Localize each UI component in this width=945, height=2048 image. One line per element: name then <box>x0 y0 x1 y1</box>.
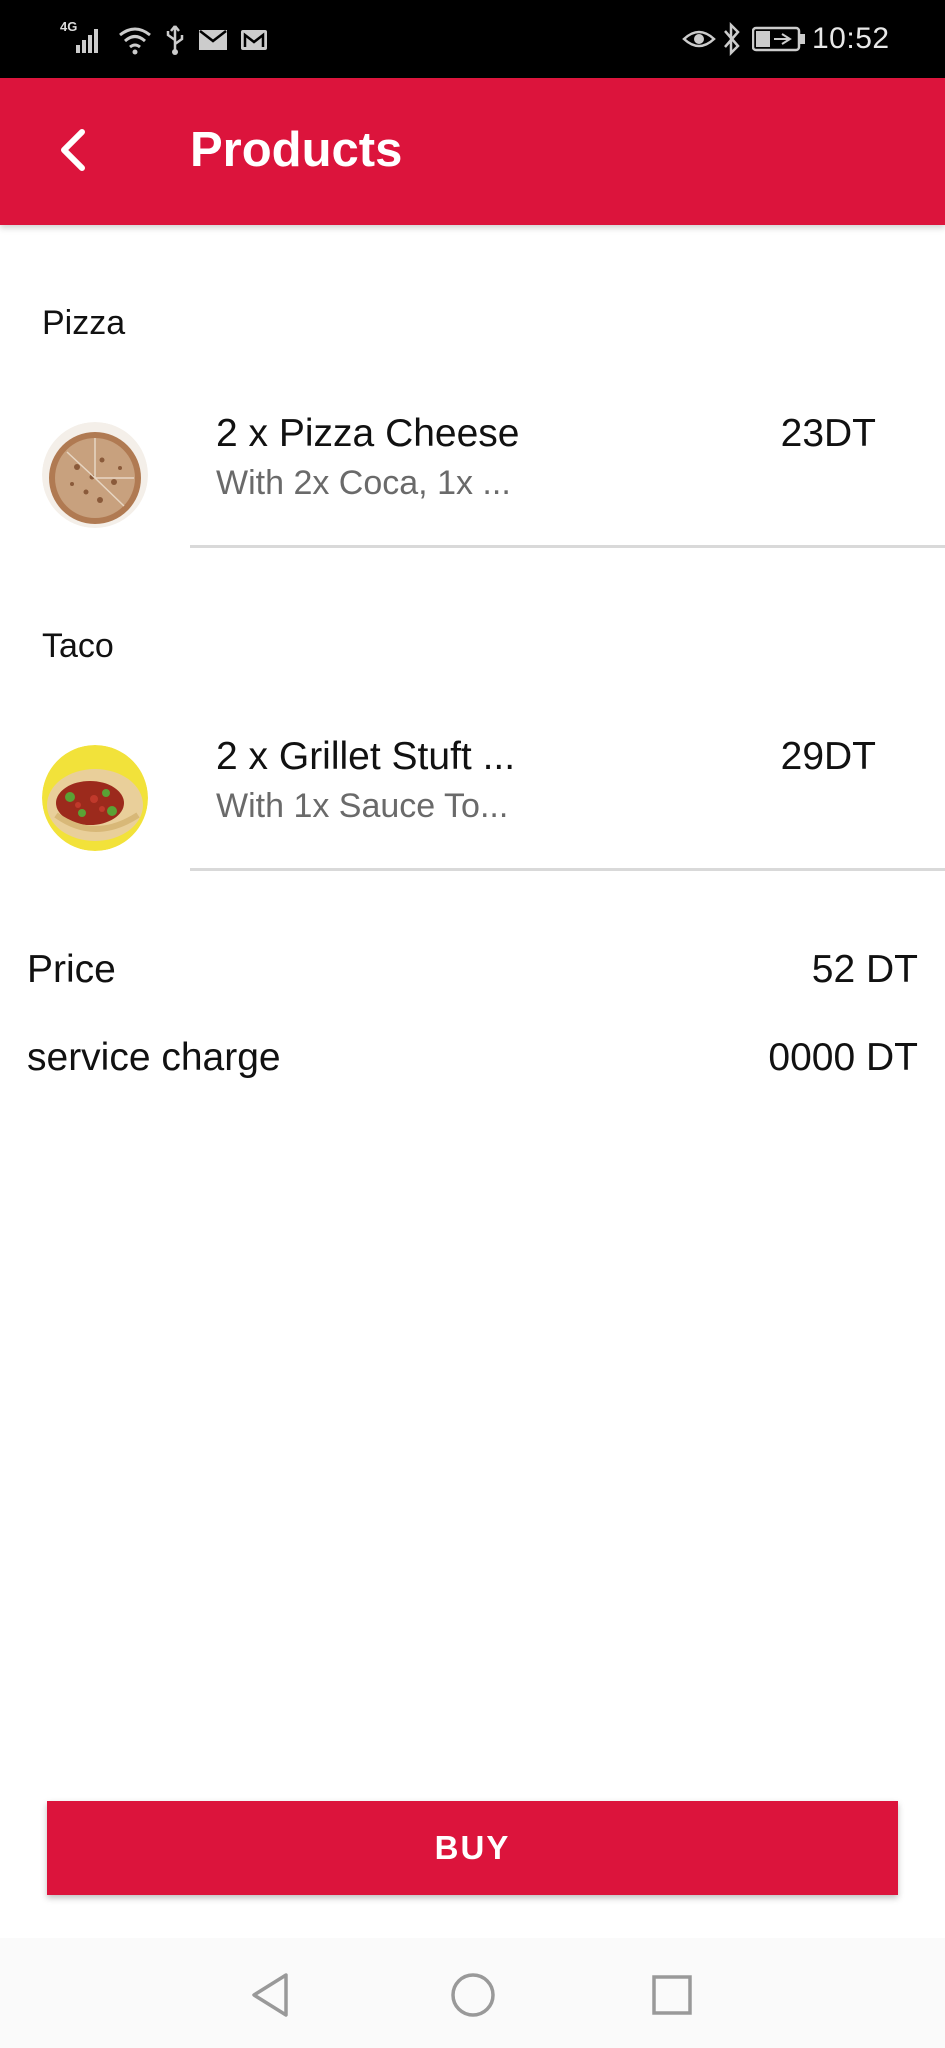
item-description: With 1x Sauce To... <box>216 787 509 825</box>
buy-button-label: BUY <box>434 1829 511 1866</box>
buy-button[interactable]: BUY <box>47 1801 898 1895</box>
nav-back-button[interactable] <box>235 1960 305 2030</box>
divider <box>190 868 945 871</box>
status-bar: 4G 10:52 <box>0 0 945 78</box>
status-time: 10:52 <box>812 22 890 55</box>
home-circle-icon <box>451 1973 495 2017</box>
recents-square-icon <box>652 1975 692 2015</box>
section-title-pizza: Pizza <box>42 304 126 342</box>
gmail-icon <box>241 30 267 50</box>
service-charge-row: service charge 0000 DT <box>0 1036 945 1096</box>
item-name: 2 x Pizza Cheese <box>216 412 520 455</box>
network-type: 4G <box>60 19 78 34</box>
status-left-icons: 4G <box>60 19 268 60</box>
taco-image <box>42 745 148 851</box>
bluetooth-icon <box>724 22 740 56</box>
item-price: 29DT <box>780 735 876 778</box>
mail-icon <box>199 30 227 50</box>
item-name: 2 x Grillet Stuft ... <box>216 735 516 778</box>
service-charge-value: 0000 DT <box>768 1036 918 1079</box>
item-description: With 2x Coca, 1x ... <box>216 464 511 502</box>
back-button[interactable] <box>38 114 110 186</box>
usb-icon <box>166 25 184 55</box>
price-label: Price <box>27 948 116 991</box>
system-nav-bar <box>0 1938 945 2048</box>
list-item-pizza-cheese[interactable]: 2 x Pizza Cheese With 2x Coca, 1x ... 23… <box>0 380 945 555</box>
list-item-grillet-stuft[interactable]: 2 x Grillet Stuft ... With 1x Sauce To..… <box>0 703 945 878</box>
nav-recents-button[interactable] <box>637 1960 707 2030</box>
page-title: Products <box>190 123 403 177</box>
back-triangle-icon <box>252 1973 288 2017</box>
item-price: 23DT <box>780 412 876 455</box>
price-value: 52 DT <box>811 948 918 991</box>
wifi-icon <box>119 27 151 55</box>
signal-icon: 4G <box>60 19 106 57</box>
pizza-image <box>42 422 148 528</box>
battery-icon <box>752 26 805 52</box>
app-bar: Products <box>0 78 945 225</box>
chevron-left-icon <box>61 129 85 171</box>
section-title-taco: Taco <box>42 627 114 665</box>
nav-home-button[interactable] <box>438 1960 508 2030</box>
service-charge-label: service charge <box>27 1036 281 1079</box>
eye-icon <box>682 30 716 48</box>
price-row: Price 52 DT <box>0 948 945 1008</box>
divider <box>190 545 945 548</box>
